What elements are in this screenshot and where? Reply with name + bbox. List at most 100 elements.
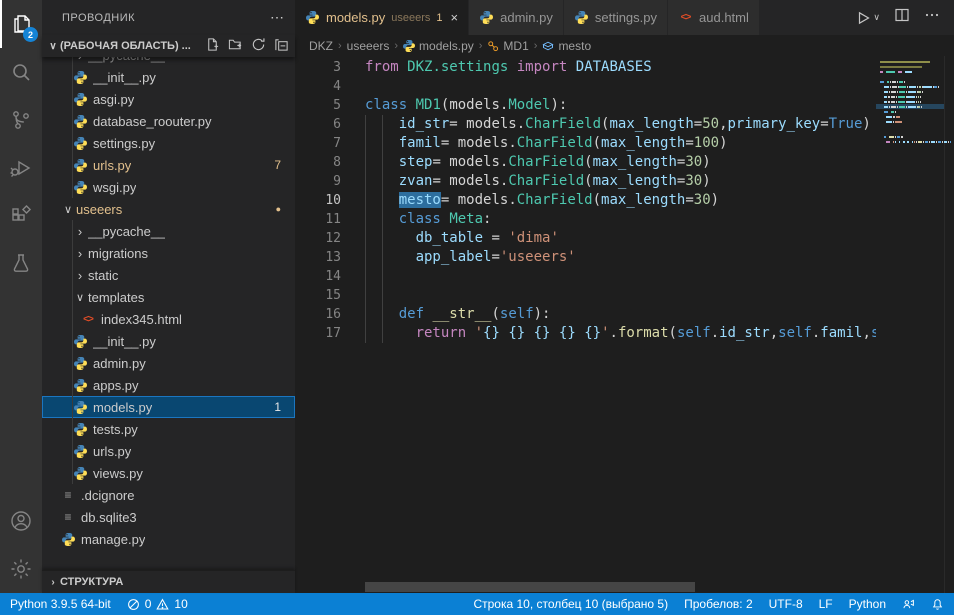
activity-testing-icon[interactable]	[0, 240, 42, 288]
horizontal-scrollbar[interactable]	[365, 582, 695, 592]
tree-folder-templates[interactable]: ∨templates	[42, 286, 295, 308]
explorer-badge: 2	[23, 27, 38, 42]
code-line-12: 12 db_table = 'dima'	[295, 229, 876, 248]
python-file-icon	[72, 465, 88, 481]
problems-status[interactable]: 0 10	[127, 597, 188, 611]
tree-file-urls.py[interactable]: urls.py7	[42, 154, 295, 176]
main-area: 2 ПРОВОДНИК ⋯ ∨ (РАБОЧАЯ ОБЛАСТЬ) ... ›_…	[0, 0, 954, 593]
activity-account-icon[interactable]	[0, 497, 42, 545]
tree-file-urls.py[interactable]: urls.py	[42, 440, 295, 462]
breadcrumb-models.py[interactable]: models.py	[403, 39, 474, 53]
tree-folder-migrations[interactable]: ›migrations	[42, 242, 295, 264]
breadcrumb-useeers[interactable]: useeers	[347, 39, 390, 53]
problems-count-badge: 1	[274, 400, 281, 414]
breadcrumb-DKZ[interactable]: DKZ	[309, 39, 333, 53]
workspace-section-header[interactable]: ∨ (РАБОЧАЯ ОБЛАСТЬ) ...	[42, 35, 295, 57]
code-line-5: 5class MD1(models.Model):	[295, 96, 876, 115]
activity-search-icon[interactable]	[0, 48, 42, 96]
tab-aud.html[interactable]: <>aud.html	[668, 0, 760, 35]
activity-source-control-icon[interactable]	[0, 96, 42, 144]
tree-file-settings.py[interactable]: settings.py	[42, 132, 295, 154]
tree-file-index345.html[interactable]: <>index345.html	[42, 308, 295, 330]
python-file-icon	[72, 421, 88, 437]
tree-folder-__pycache__[interactable]: ›__pycache__	[42, 220, 295, 242]
python-file-icon	[305, 10, 320, 25]
eol-status[interactable]: LF	[819, 597, 833, 611]
python-file-icon	[479, 10, 494, 25]
tree-folder-__pycache__[interactable]: ›__pycache__	[42, 57, 295, 66]
tree-folder-useeers[interactable]: ∨useeers●	[42, 198, 295, 220]
tree-file-wsgi.py[interactable]: wsgi.py	[42, 176, 295, 198]
tree-file-manage.py[interactable]: manage.py	[42, 528, 295, 550]
line-number: 11	[295, 210, 341, 229]
tab-models.py[interactable]: models.pyuseeers1×	[295, 0, 469, 35]
overview-ruler[interactable]	[944, 56, 954, 593]
tree-file-asgi.py[interactable]: asgi.py	[42, 88, 295, 110]
activity-run-debug-icon[interactable]	[0, 144, 42, 192]
code-line-4: 4	[295, 77, 876, 96]
indentation-status[interactable]: Пробелов: 2	[684, 597, 753, 611]
python-file-icon	[72, 91, 88, 107]
tree-item-label: __pycache__	[88, 224, 165, 239]
chevron-down-icon: ∨	[72, 291, 88, 304]
tree-item-label: static	[88, 268, 118, 283]
file-icon: ≡	[60, 487, 76, 503]
activity-settings-icon[interactable]	[0, 545, 42, 593]
tree-file-apps.py[interactable]: apps.py	[42, 374, 295, 396]
tree-item-label: templates	[88, 290, 144, 305]
tab-bar: models.pyuseeers1×admin.pysettings.py<>a…	[295, 0, 954, 35]
refresh-icon[interactable]	[251, 37, 266, 55]
editor-more-actions-icon[interactable]	[924, 7, 940, 28]
line-number: 7	[295, 134, 341, 153]
breadcrumb-MD1[interactable]: MD1	[487, 39, 528, 53]
code-line-14: 14	[295, 267, 876, 286]
breadcrumb-separator: ›	[534, 40, 538, 52]
notifications-bell-icon[interactable]	[931, 598, 944, 611]
python-file-icon	[72, 135, 88, 151]
new-folder-icon[interactable]	[228, 37, 243, 55]
tree-file-tests.py[interactable]: tests.py	[42, 418, 295, 440]
activity-extensions-icon[interactable]	[0, 192, 42, 240]
tree-item-label: views.py	[93, 466, 143, 481]
chevron-right-icon: ›	[72, 224, 88, 239]
tree-folder-static[interactable]: ›static	[42, 264, 295, 286]
explorer-title: ПРОВОДНИК	[62, 12, 135, 24]
tab-admin.py[interactable]: admin.py	[469, 0, 564, 35]
line-number: 13	[295, 248, 341, 267]
code-line-9: 9 zvan= models.CharField(max_length=30)	[295, 172, 876, 191]
tree-file-__init__.py[interactable]: __init__.py	[42, 330, 295, 352]
tree-file-admin.py[interactable]: admin.py	[42, 352, 295, 374]
code-editor[interactable]: 3from DKZ.settings import DATABASES45cla…	[295, 56, 876, 593]
file-icon: ≡	[60, 509, 76, 525]
python-file-icon	[72, 399, 88, 415]
breadcrumb-label: models.py	[419, 39, 474, 53]
tree-file-__init__.py[interactable]: __init__.py	[42, 66, 295, 88]
run-python-file-button[interactable]: ∨	[855, 10, 880, 26]
tree-item-label: urls.py	[93, 158, 131, 173]
tree-file-database_roouter.py[interactable]: database_roouter.py	[42, 110, 295, 132]
outline-section-header[interactable]: › СТРУКТУРА	[42, 570, 295, 593]
split-editor-icon[interactable]	[894, 7, 910, 28]
tree-file-models.py[interactable]: models.py1	[42, 396, 295, 418]
minimap[interactable]	[876, 56, 944, 593]
new-file-icon[interactable]	[205, 37, 220, 55]
breadcrumb-mesto[interactable]: mesto	[542, 39, 591, 53]
tree-item-label: urls.py	[93, 444, 131, 459]
language-mode-status[interactable]: Python	[849, 597, 886, 611]
tab-label: aud.html	[699, 10, 749, 25]
line-number: 8	[295, 153, 341, 172]
chevron-right-icon: ›	[46, 577, 60, 588]
encoding-status[interactable]: UTF-8	[769, 597, 803, 611]
feedback-icon[interactable]	[902, 598, 915, 611]
tree-file-db.sqlite3[interactable]: ≡db.sqlite3	[42, 506, 295, 528]
collapse-all-icon[interactable]	[274, 37, 289, 55]
code-line-8: 8 step= models.CharField(max_length=30)	[295, 153, 876, 172]
python-interpreter-status[interactable]: Python 3.9.5 64-bit	[10, 597, 111, 611]
close-icon[interactable]: ×	[451, 10, 459, 25]
cursor-position-status[interactable]: Строка 10, столбец 10 (выбрано 5)	[473, 597, 668, 611]
explorer-more-icon[interactable]: ⋯	[270, 9, 285, 26]
tree-file-.dcignore[interactable]: ≡.dcignore	[42, 484, 295, 506]
activity-explorer-icon[interactable]: 2	[0, 0, 42, 48]
tree-file-views.py[interactable]: views.py	[42, 462, 295, 484]
tab-settings.py[interactable]: settings.py	[564, 0, 668, 35]
